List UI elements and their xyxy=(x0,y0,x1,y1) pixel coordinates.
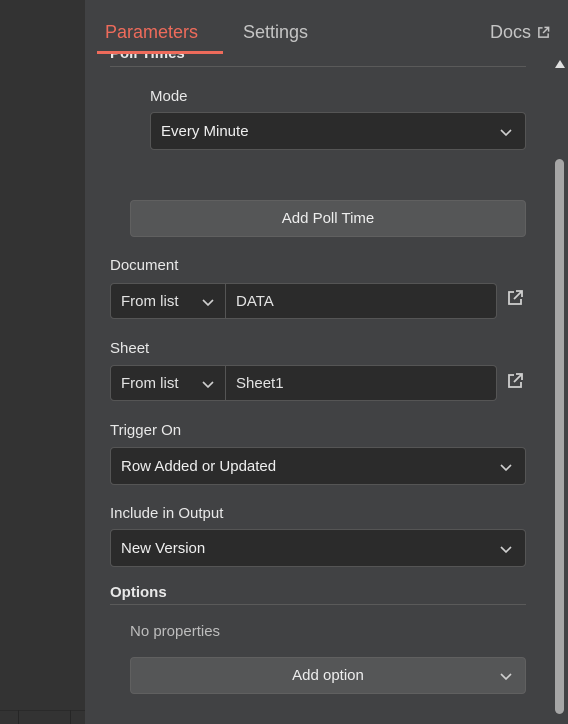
docs-label: Docs xyxy=(490,22,532,42)
scroll-up-arrow-icon[interactable] xyxy=(555,60,565,68)
trigger-on-select[interactable]: Row Added or Updated xyxy=(110,447,526,485)
chevron-down-icon xyxy=(500,546,512,554)
poll-times-divider xyxy=(110,66,526,67)
add-option-label: Add option xyxy=(292,667,364,684)
sheet-locator: From list Sheet1 xyxy=(110,365,497,401)
sheet-value-field[interactable]: Sheet1 xyxy=(226,365,497,401)
no-properties-text: No properties xyxy=(130,623,221,640)
options-header: Options xyxy=(110,584,167,601)
trigger-on-value: Row Added or Updated xyxy=(121,457,277,475)
sheet-external-link-icon[interactable] xyxy=(506,372,524,390)
options-divider xyxy=(110,604,526,605)
mode-select[interactable]: Every Minute xyxy=(150,112,526,150)
trigger-on-label: Trigger On xyxy=(110,422,182,439)
tab-settings[interactable]: Settings xyxy=(243,22,308,43)
chevron-down-icon xyxy=(202,299,214,307)
poll-times-header: Poll Times xyxy=(110,54,185,62)
workflow-canvas xyxy=(0,0,85,724)
document-value-field[interactable]: DATA xyxy=(226,283,497,319)
sheet-mode-value: From list xyxy=(121,374,179,392)
chevron-down-icon xyxy=(500,129,512,137)
panel-tabs: Parameters Settings Docs xyxy=(85,0,568,54)
sheet-label: Sheet xyxy=(110,340,150,357)
add-option-button[interactable]: Add option xyxy=(130,657,526,694)
panel-scrollbar[interactable] xyxy=(551,54,568,724)
document-locator: From list DATA xyxy=(110,283,497,319)
tab-docs[interactable]: Docs xyxy=(490,22,550,43)
chevron-down-icon xyxy=(500,673,512,681)
chevron-down-icon xyxy=(500,464,512,472)
node-parameters-panel: Parameters Settings Docs Poll Times Mode… xyxy=(85,0,568,724)
mode-label: Mode xyxy=(150,88,188,105)
document-mode-select[interactable]: From list xyxy=(110,283,226,319)
document-external-link-icon[interactable] xyxy=(506,289,524,307)
external-link-icon xyxy=(538,26,550,38)
add-poll-time-button[interactable]: Add Poll Time xyxy=(130,200,526,237)
sheet-mode-select[interactable]: From list xyxy=(110,365,226,401)
chevron-down-icon xyxy=(202,381,214,389)
document-mode-value: From list xyxy=(121,292,179,310)
include-in-output-value: New Version xyxy=(121,539,206,557)
tab-parameters[interactable]: Parameters xyxy=(105,22,198,43)
canvas-grid xyxy=(0,710,85,724)
include-in-output-select[interactable]: New Version xyxy=(110,529,526,567)
mode-value: Every Minute xyxy=(161,122,249,140)
include-in-output-label: Include in Output xyxy=(110,505,224,522)
scroll-thumb[interactable] xyxy=(555,159,564,714)
document-label: Document xyxy=(110,257,179,274)
parameters-content: Poll Times Mode Every Minute Add Poll Ti… xyxy=(85,54,551,724)
